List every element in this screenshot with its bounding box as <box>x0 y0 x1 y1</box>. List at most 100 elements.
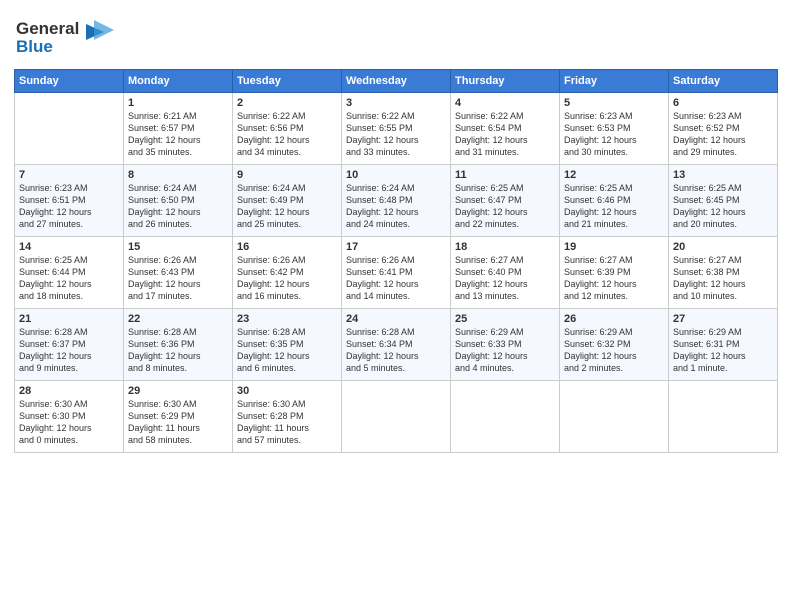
cell-info: Sunrise: 6:29 AM Sunset: 6:31 PM Dayligh… <box>673 326 773 375</box>
calendar-table: SundayMondayTuesdayWednesdayThursdayFrid… <box>14 69 778 453</box>
cell-info: Sunrise: 6:24 AM Sunset: 6:50 PM Dayligh… <box>128 182 228 231</box>
cell-info: Sunrise: 6:24 AM Sunset: 6:49 PM Dayligh… <box>237 182 337 231</box>
cell-info: Sunrise: 6:25 AM Sunset: 6:45 PM Dayligh… <box>673 182 773 231</box>
day-number: 5 <box>564 97 664 109</box>
weekday-header: Saturday <box>669 70 778 93</box>
cell-info: Sunrise: 6:22 AM Sunset: 6:54 PM Dayligh… <box>455 110 555 159</box>
calendar-cell: 8Sunrise: 6:24 AM Sunset: 6:50 PM Daylig… <box>124 165 233 237</box>
weekday-header: Thursday <box>451 70 560 93</box>
calendar-cell: 2Sunrise: 6:22 AM Sunset: 6:56 PM Daylig… <box>233 93 342 165</box>
day-number: 20 <box>673 241 773 253</box>
day-number: 4 <box>455 97 555 109</box>
calendar-cell: 15Sunrise: 6:26 AM Sunset: 6:43 PM Dayli… <box>124 237 233 309</box>
calendar-week-row: 28Sunrise: 6:30 AM Sunset: 6:30 PM Dayli… <box>15 381 778 453</box>
calendar-cell: 11Sunrise: 6:25 AM Sunset: 6:47 PM Dayli… <box>451 165 560 237</box>
logo-svg: General Blue <box>14 14 124 58</box>
calendar-cell: 7Sunrise: 6:23 AM Sunset: 6:51 PM Daylig… <box>15 165 124 237</box>
calendar-cell <box>560 381 669 453</box>
calendar-week-row: 21Sunrise: 6:28 AM Sunset: 6:37 PM Dayli… <box>15 309 778 381</box>
calendar-cell: 26Sunrise: 6:29 AM Sunset: 6:32 PM Dayli… <box>560 309 669 381</box>
day-number: 12 <box>564 169 664 181</box>
cell-info: Sunrise: 6:30 AM Sunset: 6:30 PM Dayligh… <box>19 398 119 447</box>
calendar-cell: 19Sunrise: 6:27 AM Sunset: 6:39 PM Dayli… <box>560 237 669 309</box>
calendar-week-row: 1Sunrise: 6:21 AM Sunset: 6:57 PM Daylig… <box>15 93 778 165</box>
day-number: 16 <box>237 241 337 253</box>
cell-info: Sunrise: 6:28 AM Sunset: 6:37 PM Dayligh… <box>19 326 119 375</box>
calendar-cell: 10Sunrise: 6:24 AM Sunset: 6:48 PM Dayli… <box>342 165 451 237</box>
day-number: 19 <box>564 241 664 253</box>
cell-info: Sunrise: 6:25 AM Sunset: 6:46 PM Dayligh… <box>564 182 664 231</box>
cell-info: Sunrise: 6:26 AM Sunset: 6:43 PM Dayligh… <box>128 254 228 303</box>
cell-info: Sunrise: 6:27 AM Sunset: 6:40 PM Dayligh… <box>455 254 555 303</box>
page-container: General Blue SundayMondayTuesdayWednesda… <box>0 0 792 612</box>
weekday-header: Sunday <box>15 70 124 93</box>
weekday-header-row: SundayMondayTuesdayWednesdayThursdayFrid… <box>15 70 778 93</box>
cell-info: Sunrise: 6:26 AM Sunset: 6:41 PM Dayligh… <box>346 254 446 303</box>
calendar-cell: 16Sunrise: 6:26 AM Sunset: 6:42 PM Dayli… <box>233 237 342 309</box>
day-number: 8 <box>128 169 228 181</box>
day-number: 15 <box>128 241 228 253</box>
day-number: 13 <box>673 169 773 181</box>
cell-info: Sunrise: 6:23 AM Sunset: 6:53 PM Dayligh… <box>564 110 664 159</box>
day-number: 21 <box>19 313 119 325</box>
day-number: 14 <box>19 241 119 253</box>
weekday-header: Wednesday <box>342 70 451 93</box>
calendar-cell: 22Sunrise: 6:28 AM Sunset: 6:36 PM Dayli… <box>124 309 233 381</box>
svg-text:General: General <box>16 19 79 38</box>
calendar-cell: 12Sunrise: 6:25 AM Sunset: 6:46 PM Dayli… <box>560 165 669 237</box>
calendar-cell <box>15 93 124 165</box>
logo: General Blue <box>14 14 124 63</box>
cell-info: Sunrise: 6:29 AM Sunset: 6:32 PM Dayligh… <box>564 326 664 375</box>
weekday-header: Tuesday <box>233 70 342 93</box>
calendar-cell: 1Sunrise: 6:21 AM Sunset: 6:57 PM Daylig… <box>124 93 233 165</box>
calendar-cell: 20Sunrise: 6:27 AM Sunset: 6:38 PM Dayli… <box>669 237 778 309</box>
day-number: 22 <box>128 313 228 325</box>
svg-text:Blue: Blue <box>16 37 53 56</box>
header: General Blue <box>14 10 778 63</box>
cell-info: Sunrise: 6:30 AM Sunset: 6:29 PM Dayligh… <box>128 398 228 447</box>
cell-info: Sunrise: 6:23 AM Sunset: 6:51 PM Dayligh… <box>19 182 119 231</box>
calendar-week-row: 7Sunrise: 6:23 AM Sunset: 6:51 PM Daylig… <box>15 165 778 237</box>
calendar-cell: 3Sunrise: 6:22 AM Sunset: 6:55 PM Daylig… <box>342 93 451 165</box>
cell-info: Sunrise: 6:22 AM Sunset: 6:55 PM Dayligh… <box>346 110 446 159</box>
calendar-cell: 6Sunrise: 6:23 AM Sunset: 6:52 PM Daylig… <box>669 93 778 165</box>
calendar-cell: 28Sunrise: 6:30 AM Sunset: 6:30 PM Dayli… <box>15 381 124 453</box>
calendar-cell: 30Sunrise: 6:30 AM Sunset: 6:28 PM Dayli… <box>233 381 342 453</box>
weekday-header: Friday <box>560 70 669 93</box>
calendar-cell <box>451 381 560 453</box>
calendar-cell: 23Sunrise: 6:28 AM Sunset: 6:35 PM Dayli… <box>233 309 342 381</box>
cell-info: Sunrise: 6:28 AM Sunset: 6:35 PM Dayligh… <box>237 326 337 375</box>
day-number: 3 <box>346 97 446 109</box>
calendar-cell: 29Sunrise: 6:30 AM Sunset: 6:29 PM Dayli… <box>124 381 233 453</box>
cell-info: Sunrise: 6:28 AM Sunset: 6:34 PM Dayligh… <box>346 326 446 375</box>
cell-info: Sunrise: 6:21 AM Sunset: 6:57 PM Dayligh… <box>128 110 228 159</box>
day-number: 9 <box>237 169 337 181</box>
day-number: 10 <box>346 169 446 181</box>
day-number: 25 <box>455 313 555 325</box>
cell-info: Sunrise: 6:29 AM Sunset: 6:33 PM Dayligh… <box>455 326 555 375</box>
calendar-cell <box>669 381 778 453</box>
cell-info: Sunrise: 6:27 AM Sunset: 6:39 PM Dayligh… <box>564 254 664 303</box>
day-number: 7 <box>19 169 119 181</box>
calendar-cell: 18Sunrise: 6:27 AM Sunset: 6:40 PM Dayli… <box>451 237 560 309</box>
cell-info: Sunrise: 6:23 AM Sunset: 6:52 PM Dayligh… <box>673 110 773 159</box>
calendar-cell: 24Sunrise: 6:28 AM Sunset: 6:34 PM Dayli… <box>342 309 451 381</box>
weekday-header: Monday <box>124 70 233 93</box>
day-number: 17 <box>346 241 446 253</box>
calendar-cell: 9Sunrise: 6:24 AM Sunset: 6:49 PM Daylig… <box>233 165 342 237</box>
cell-info: Sunrise: 6:28 AM Sunset: 6:36 PM Dayligh… <box>128 326 228 375</box>
day-number: 6 <box>673 97 773 109</box>
calendar-cell: 17Sunrise: 6:26 AM Sunset: 6:41 PM Dayli… <box>342 237 451 309</box>
calendar-cell <box>342 381 451 453</box>
calendar-cell: 21Sunrise: 6:28 AM Sunset: 6:37 PM Dayli… <box>15 309 124 381</box>
cell-info: Sunrise: 6:25 AM Sunset: 6:47 PM Dayligh… <box>455 182 555 231</box>
calendar-cell: 14Sunrise: 6:25 AM Sunset: 6:44 PM Dayli… <box>15 237 124 309</box>
day-number: 24 <box>346 313 446 325</box>
calendar-week-row: 14Sunrise: 6:25 AM Sunset: 6:44 PM Dayli… <box>15 237 778 309</box>
calendar-cell: 5Sunrise: 6:23 AM Sunset: 6:53 PM Daylig… <box>560 93 669 165</box>
cell-info: Sunrise: 6:22 AM Sunset: 6:56 PM Dayligh… <box>237 110 337 159</box>
cell-info: Sunrise: 6:24 AM Sunset: 6:48 PM Dayligh… <box>346 182 446 231</box>
day-number: 26 <box>564 313 664 325</box>
calendar-cell: 25Sunrise: 6:29 AM Sunset: 6:33 PM Dayli… <box>451 309 560 381</box>
calendar-cell: 4Sunrise: 6:22 AM Sunset: 6:54 PM Daylig… <box>451 93 560 165</box>
